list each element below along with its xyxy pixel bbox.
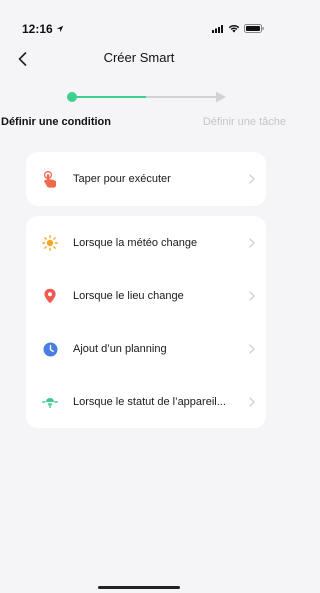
step-label-task: Définir une tâche: [202, 116, 286, 128]
weather-sun-icon: [42, 235, 58, 251]
status-time-text: 12:16: [22, 22, 53, 36]
step-indicator-current: [67, 92, 77, 102]
condition-item-device-status[interactable]: Lorsque le statut de l’appareil...: [26, 381, 266, 423]
tap-to-run-item[interactable]: Taper pour exécuter: [26, 158, 266, 200]
wifi-icon: [228, 24, 240, 33]
battery-icon: [244, 24, 264, 33]
chevron-right-icon: [249, 174, 255, 184]
step-label-condition: Définir une condition: [1, 116, 111, 128]
tap-to-run-card: Taper pour exécuter: [26, 152, 266, 206]
page-title: Créer Smart: [103, 50, 175, 65]
condition-item-schedule[interactable]: Ajout d’un planning: [26, 328, 266, 370]
nav-bar: Créer Smart: [0, 44, 278, 72]
signal-icon: [212, 24, 223, 33]
condition-label: Ajout d’un planning: [73, 343, 167, 355]
chevron-right-icon: [249, 397, 255, 407]
step-arrow-icon: [216, 91, 226, 103]
conditions-card: Lorsque la météo change Lorsque le lieu …: [26, 216, 266, 428]
condition-item-weather[interactable]: Lorsque la météo change: [26, 222, 266, 264]
stepper-track: [67, 91, 226, 103]
condition-label: Lorsque le lieu change: [73, 290, 184, 302]
system-icons: [212, 24, 264, 33]
location-arrow-icon: [56, 25, 63, 33]
status-time: 12:16: [22, 22, 64, 36]
condition-label: Lorsque la météo change: [73, 237, 198, 249]
progress-stepper: Définir une condition Définir une tâche: [0, 86, 286, 136]
device-status-icon: [42, 394, 58, 410]
tap-hand-icon: [42, 170, 58, 188]
tap-to-run-label: Taper pour exécuter: [73, 173, 171, 185]
condition-item-location[interactable]: Lorsque le lieu change: [26, 275, 266, 317]
chevron-right-icon: [249, 344, 255, 354]
home-indicator: [98, 586, 180, 589]
chevron-right-icon: [249, 238, 255, 248]
condition-label: Lorsque le statut de l’appareil...: [73, 396, 226, 408]
status-bar: 12:16: [0, 0, 278, 44]
clock-icon: [42, 341, 58, 357]
chevron-right-icon: [249, 291, 255, 301]
location-pin-icon: [42, 288, 58, 304]
